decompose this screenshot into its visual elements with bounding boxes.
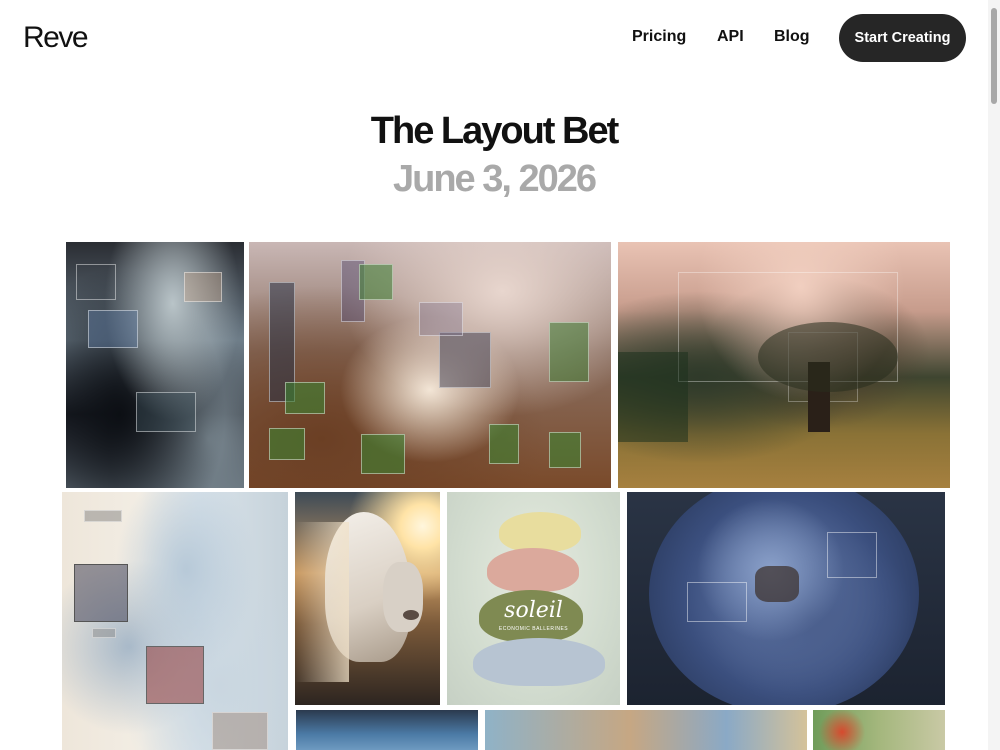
gallery-image-green-abstract[interactable] [813, 710, 945, 750]
gallery-image-teal-abstract[interactable] [296, 710, 478, 750]
page-scrollbar[interactable] [988, 0, 1000, 750]
article-date: June 3, 2026 [392, 158, 597, 200]
shoe-tagline-label: ECONOMIC BALLERINES [498, 626, 569, 632]
nav-blog-link[interactable]: Blog [774, 26, 810, 48]
reve-logo[interactable]: Reve [23, 19, 89, 57]
gallery-image-pale-abstract[interactable] [62, 492, 288, 750]
gallery-image-blue-planet[interactable] [627, 492, 945, 705]
nav-pricing-link[interactable]: Pricing [632, 26, 686, 48]
gallery-image-white-horse[interactable] [295, 492, 440, 705]
gallery-image-tree-landscape[interactable] [618, 242, 950, 488]
gallery-image-plant-room[interactable] [249, 242, 611, 488]
gallery-image-warm-abstract[interactable] [485, 710, 807, 750]
article-title: The Layout Bet [370, 110, 619, 152]
site-header: Reve Pricing API Blog Start Creating [0, 0, 988, 76]
shoe-brand-label: soleil [504, 598, 563, 623]
nav-api-link[interactable]: API [717, 26, 744, 48]
gallery-image-ballet-shoes[interactable]: soleil ECONOMIC BALLERINES [447, 492, 620, 705]
start-creating-button[interactable]: Start Creating [839, 14, 966, 62]
scrollbar-thumb[interactable] [991, 8, 997, 104]
gallery-image-abstract-blur[interactable] [66, 242, 244, 488]
